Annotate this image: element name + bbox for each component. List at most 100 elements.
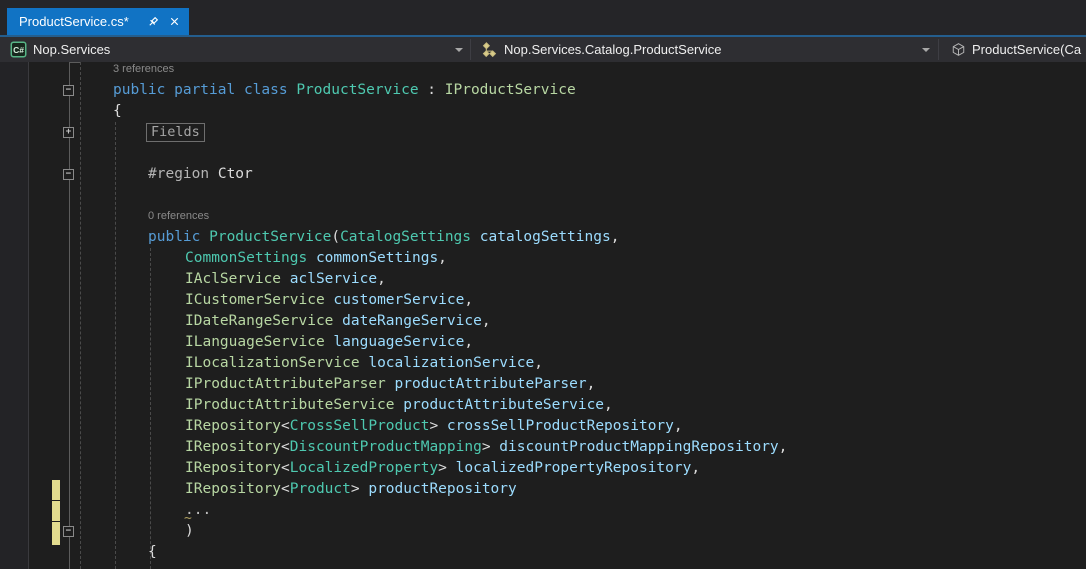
tab-title: ProductService.cs* [19,14,129,29]
code-token: > [350,481,369,497]
code-token: Ctor [217,166,253,182]
code-token: , [610,229,620,245]
code-token: localizedPropertyRepository [455,460,692,476]
code-token: , [464,334,474,350]
code-line[interactable]: ) [185,521,194,542]
code-token: ILocalizationService [185,355,360,371]
code-token: IProductAttributeService [185,397,395,413]
code-token: productAttributeParser [394,376,587,392]
csharp-project-icon: C# [10,41,27,58]
code-token: ProductService [296,82,419,98]
code-token: DiscountProductMapping [289,439,482,455]
code-token: commonSettings [315,250,439,266]
code-line[interactable]: ICustomerService customerService, [185,290,473,311]
code-token: public partial class [113,82,297,98]
member-icon [952,43,965,56]
collapsed-region[interactable]: Fields [146,123,205,142]
project-dropdown[interactable]: C# Nop.Services [0,37,470,62]
codelens-references[interactable]: 0 references [148,206,209,227]
code-line[interactable]: Fields [146,122,205,143]
tab-productservice[interactable]: ProductService.cs* [7,8,189,35]
code-token: customerService [333,292,465,308]
svg-text:C#: C# [13,45,24,55]
code-editor[interactable]: 3 references − public partial class Produc… [0,62,1086,569]
code-token: , [691,460,701,476]
code-token: IProductAttributeParser [185,376,386,392]
expand-toggle[interactable]: + [63,127,74,138]
code-token: public [148,229,210,245]
code-line[interactable]: #region Ctor [148,164,253,185]
code-line[interactable]: CommonSettings commonSettings, [185,248,447,269]
code-token: CommonSettings [185,250,308,266]
indent-guide [115,122,116,569]
code-line[interactable]: ILocalizationService localizationService… [185,353,543,374]
indent-guide [150,248,151,569]
code-line[interactable]: IRepository<Product> productRepository [185,479,517,500]
code-token: productAttributeService [403,397,605,413]
code-line[interactable]: ILanguageService languageService, [185,332,473,353]
code-token: IProductService [444,82,576,98]
code-token: > [429,418,447,434]
code-line[interactable]: ... ~ [184,500,211,526]
code-token: > [481,439,500,455]
code-token: , [586,376,596,392]
project-dropdown-label: Nop.Services [33,42,111,57]
code-line[interactable]: IDateRangeService dateRangeService, [185,311,491,332]
type-dropdown-label: Nop.Services.Catalog.ProductService [504,42,722,57]
pin-icon[interactable] [146,15,160,29]
code-token: LocalizedProperty [289,460,439,476]
code-line[interactable]: IRepository<DiscountProductMapping> disc… [185,437,787,458]
code-token: ) [185,523,194,539]
code-line[interactable]: { [113,101,122,122]
member-dropdown[interactable]: ProductService(Ca [939,37,1086,62]
chevron-down-icon [922,48,930,52]
code-line[interactable]: public partial class ProductService : IP… [113,80,576,101]
code-token: , [464,292,474,308]
code-token: ProductService [209,229,332,245]
class-icon [482,42,497,58]
code-token: catalogSettings [479,229,611,245]
navigation-bar: C# Nop.Services Nop.Services.Catalog.Pro… [0,37,1086,62]
code-token: ICustomerService [185,292,325,308]
code-line[interactable]: IProductAttributeParser productAttribute… [185,374,595,395]
type-dropdown[interactable]: Nop.Services.Catalog.ProductService [471,37,938,62]
code-token: IRepository [185,439,282,455]
collapse-toggle[interactable]: − [63,85,74,96]
code-token: , [778,439,788,455]
change-indicator [52,480,60,500]
collapse-toggle[interactable]: − [63,169,74,180]
code-token: , [673,418,683,434]
code-token: , [604,397,613,413]
code-token: > [438,460,456,476]
vs-editor-window: ProductService.cs* C# Nop.Services Nop.S… [0,0,1086,569]
code-token: ( [331,229,341,245]
code-token: { [113,103,122,119]
code-token: dateRangeService [342,313,482,329]
code-token: #region [148,166,218,182]
collapse-toggle[interactable]: − [63,526,74,537]
code-token: , [534,355,543,371]
member-dropdown-label: ProductService(Ca [972,42,1082,57]
code-token: localizationService [368,355,535,371]
code-token: , [438,250,447,266]
code-line[interactable]: { [148,542,157,563]
code-line[interactable]: IProductAttributeService productAttribut… [185,395,613,416]
change-indicator [52,501,60,521]
codelens-references[interactable]: 3 references [113,62,174,80]
code-line[interactable]: IAclService aclService, [185,269,386,290]
close-icon[interactable] [168,15,181,28]
outline-line [69,62,70,569]
code-line[interactable]: IRepository<CrossSellProduct> crossSellP… [185,416,683,437]
code-token: IAclService [185,271,282,287]
code-token: < [281,439,290,455]
code-line[interactable]: IRepository<LocalizedProperty> localized… [185,458,700,479]
code-token: discountProductMappingRepository [499,439,779,455]
code-token: productRepository [368,481,517,497]
indent-guide [80,62,81,569]
code-token: IDateRangeService [185,313,334,329]
code-line[interactable]: public ProductService(CatalogSettings ca… [148,227,619,248]
